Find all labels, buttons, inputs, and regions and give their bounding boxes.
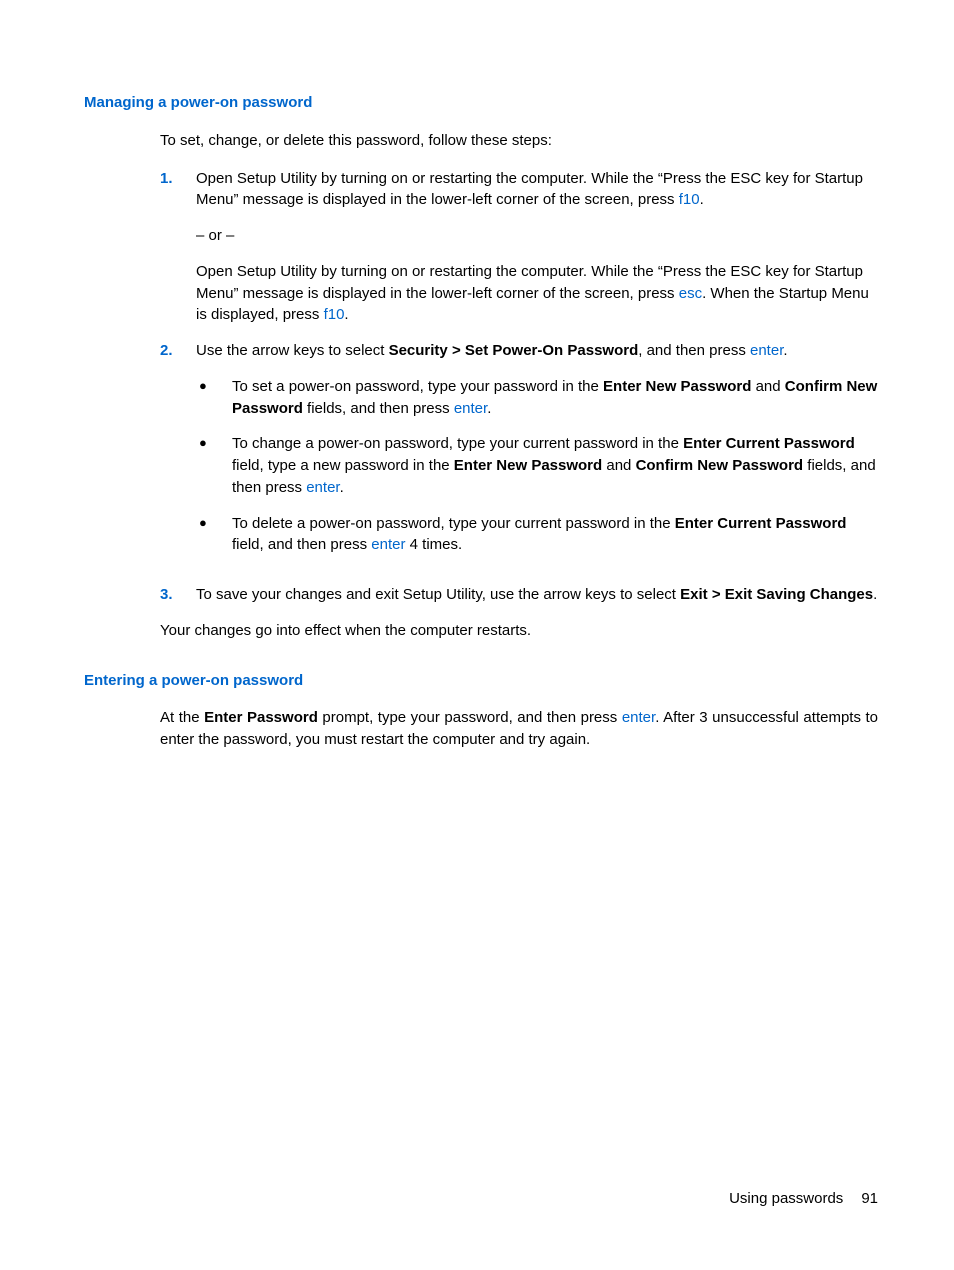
section-heading-entering: Entering a power-on password (84, 670, 878, 692)
bullet-delete-password: ● To delete a power-on password, type yo… (196, 513, 878, 557)
text: . (340, 479, 344, 496)
prompt-enter-password: Enter Password (204, 709, 318, 726)
text: . (873, 586, 877, 603)
menu-path: Security > Set Power-On Password (389, 342, 639, 359)
bullet-dot-icon: ● (196, 376, 232, 420)
step-marker-2: 2. (160, 340, 196, 570)
text: To set a power-on password, type your pa… (232, 378, 603, 395)
bullet-body: To set a power-on password, type your pa… (232, 376, 878, 420)
step3-body: To save your changes and exit Setup Util… (196, 584, 878, 606)
page-number: 91 (861, 1190, 878, 1207)
section2-body: At the Enter Password prompt, type your … (160, 707, 878, 751)
bullet-change-password: ● To change a power-on password, type yo… (196, 433, 878, 498)
field-confirm-new-password: Confirm New Password (636, 457, 804, 474)
step1-paragraph-2: Open Setup Utility by turning on or rest… (196, 261, 878, 326)
step2-line: Use the arrow keys to select Security > … (196, 340, 878, 362)
text: At the (160, 709, 204, 726)
text: . (700, 191, 704, 208)
step-1: 1. Open Setup Utility by turning on or r… (160, 168, 878, 327)
text: . (783, 342, 787, 359)
step1-paragraph-1: Open Setup Utility by turning on or rest… (196, 168, 878, 212)
step-marker-1: 1. (160, 168, 196, 327)
text: , and then press (638, 342, 750, 359)
text: Use the arrow keys to select (196, 342, 389, 359)
field-enter-current-password: Enter Current Password (683, 435, 855, 452)
bullet-body: To delete a power-on password, type your… (232, 513, 878, 557)
text: field, type a new password in the (232, 457, 454, 474)
step-marker-3: 3. (160, 584, 196, 606)
key-enter: enter (750, 342, 783, 359)
menu-path-exit: Exit > Exit Saving Changes (680, 586, 873, 603)
section-heading-managing: Managing a power-on password (84, 92, 878, 114)
key-enter: enter (306, 479, 339, 496)
bullet-body: To change a power-on password, type your… (232, 433, 878, 498)
field-enter-new-password: Enter New Password (454, 457, 602, 474)
text: To delete a power-on password, type your… (232, 515, 675, 532)
text: . (487, 400, 491, 417)
key-enter: enter (371, 536, 405, 553)
page-footer: Using passwords 91 (729, 1188, 878, 1210)
key-enter: enter (454, 400, 487, 417)
bullet-dot-icon: ● (196, 433, 232, 498)
text: 4 times. (405, 536, 462, 553)
text: To save your changes and exit Setup Util… (196, 586, 680, 603)
text: . (344, 306, 348, 323)
text: and (602, 457, 635, 474)
text: Open Setup Utility by turning on or rest… (196, 170, 863, 209)
field-enter-new-password: Enter New Password (603, 378, 751, 395)
key-esc: esc (679, 285, 702, 302)
text: and (751, 378, 784, 395)
intro-text: To set, change, or delete this password,… (160, 130, 878, 152)
key-f10: f10 (324, 306, 345, 323)
key-f10: f10 (679, 191, 700, 208)
step-2: 2. Use the arrow keys to select Security… (160, 340, 878, 570)
or-separator: – or – (196, 225, 878, 247)
key-enter: enter (622, 709, 655, 726)
bullet-set-password: ● To set a power-on password, type your … (196, 376, 878, 420)
step-3: 3. To save your changes and exit Setup U… (160, 584, 878, 606)
text: prompt, type your password, and then pre… (318, 709, 622, 726)
footer-section-label: Using passwords (729, 1190, 843, 1207)
text: To change a power-on password, type your… (232, 435, 683, 452)
field-enter-current-password: Enter Current Password (675, 515, 847, 532)
text: fields, and then press (303, 400, 454, 417)
text: field, and then press (232, 536, 371, 553)
closing-text: Your changes go into effect when the com… (160, 620, 878, 642)
bullet-dot-icon: ● (196, 513, 232, 557)
